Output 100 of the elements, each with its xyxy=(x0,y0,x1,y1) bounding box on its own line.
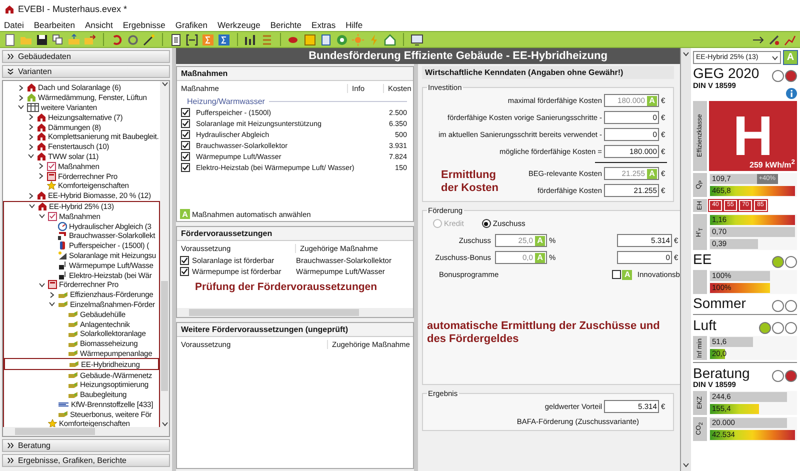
document-icon[interactable] xyxy=(170,34,182,46)
checkbox[interactable] xyxy=(180,108,190,117)
menu-item[interactable]: Datei xyxy=(4,20,24,30)
checkbox[interactable] xyxy=(612,270,622,279)
chevron-icon[interactable] xyxy=(38,163,44,170)
copy-icon[interactable] xyxy=(52,34,64,46)
chevron-icon[interactable] xyxy=(28,134,34,140)
menu-item[interactable]: Werkzeuge xyxy=(218,20,260,30)
chevron-icon[interactable] xyxy=(683,51,689,57)
chevron-icon[interactable] xyxy=(772,54,778,60)
wand-icon[interactable] xyxy=(143,34,155,46)
checkbox[interactable] xyxy=(180,141,190,150)
house-icon xyxy=(37,122,46,132)
chart-icon[interactable] xyxy=(245,34,257,46)
scrollbar[interactable] xyxy=(681,48,691,471)
panel-header[interactable]: Ergebnisse, Grafiken, Berichte xyxy=(2,454,170,467)
hand-icon xyxy=(69,360,79,368)
panel-header[interactable]: Beratung xyxy=(2,439,170,452)
menu-item[interactable]: Ergebnisse xyxy=(122,20,166,30)
hand-icon xyxy=(68,371,78,379)
chevron-icon[interactable] xyxy=(28,144,34,150)
chevron-icon[interactable] xyxy=(39,282,45,288)
chevron-icon[interactable] xyxy=(29,203,35,210)
tools-icon[interactable] xyxy=(768,34,780,46)
chevron-icon[interactable] xyxy=(162,81,168,87)
bracket-icon[interactable] xyxy=(186,34,198,46)
house-icon xyxy=(27,93,36,102)
menu-item[interactable]: Hilfe xyxy=(346,20,363,30)
menu-item[interactable]: Extras xyxy=(312,20,336,30)
hand-icon xyxy=(68,390,78,399)
chart-icon[interactable] xyxy=(784,34,796,46)
solar-panel-icon xyxy=(58,250,67,260)
double-chevron-icon[interactable] xyxy=(7,442,14,449)
checkbox[interactable] xyxy=(180,119,190,128)
double-chevron-icon[interactable] xyxy=(7,457,14,464)
menu-item[interactable]: Berichte xyxy=(270,20,302,30)
table-icon xyxy=(27,102,39,112)
checkbox[interactable] xyxy=(180,152,190,161)
house-icon[interactable] xyxy=(384,34,396,46)
house-icon xyxy=(27,83,36,92)
menu-item[interactable]: Grafiken xyxy=(175,20,208,30)
energy-value: 259 kWh/m$^{2}$ xyxy=(750,159,795,170)
checklist-icon xyxy=(47,162,56,171)
house-icon xyxy=(38,202,47,211)
chevron-icon[interactable] xyxy=(18,84,24,91)
panel-header[interactable]: Varianten xyxy=(2,65,170,78)
hand-icon xyxy=(58,290,68,299)
logo-icon xyxy=(58,402,69,407)
house-icon xyxy=(37,112,46,122)
folder-icon[interactable] xyxy=(84,34,96,46)
undo-icon[interactable] xyxy=(111,34,123,46)
scrollbar[interactable] xyxy=(177,308,413,317)
hand-icon xyxy=(68,349,78,358)
double-chevron-icon[interactable] xyxy=(7,53,14,60)
scrollbar[interactable] xyxy=(3,427,169,436)
chevron-icon[interactable] xyxy=(683,462,689,468)
hand-icon xyxy=(68,310,78,318)
chevron-icon[interactable] xyxy=(28,124,34,130)
faucet-icon xyxy=(58,231,67,240)
section-title: Fördervoraussetzungen xyxy=(177,227,413,241)
recycle-icon[interactable] xyxy=(336,34,348,46)
page-title: Bundesförderung Effiziente Gebäude - EE-Hybridheizung xyxy=(176,48,680,64)
house-icon xyxy=(37,132,46,142)
folder-icon[interactable] xyxy=(68,34,80,46)
calculator-icon xyxy=(47,172,56,181)
section-title: Weitere Fördervoraussetzungen (ungeprüft) xyxy=(177,323,413,337)
page-icon[interactable] xyxy=(4,34,16,46)
page-icon[interactable] xyxy=(320,34,332,46)
sum-icon[interactable] xyxy=(218,34,230,46)
arrows-icon[interactable] xyxy=(752,34,764,46)
chevron-icon[interactable] xyxy=(28,153,34,160)
chevron-icon[interactable] xyxy=(18,104,24,110)
chevron-icon[interactable] xyxy=(38,173,44,180)
hand-icon xyxy=(58,410,68,418)
scrollbar[interactable] xyxy=(160,81,169,427)
menu-item[interactable]: Ansicht xyxy=(84,20,113,30)
chevron-icon[interactable] xyxy=(28,114,34,120)
chevron-icon[interactable] xyxy=(18,94,24,101)
checkbox[interactable] xyxy=(180,267,189,276)
checkbox[interactable] xyxy=(180,130,190,139)
section-title: Maßnahmen xyxy=(177,67,413,81)
double-chevron-icon[interactable] xyxy=(7,68,14,75)
menu-item[interactable]: Bearbeiten xyxy=(34,20,75,30)
rating-title: Luft xyxy=(693,318,716,332)
pump-icon xyxy=(58,270,67,280)
chevron-icon[interactable] xyxy=(162,421,168,427)
panel-header[interactable]: Gebäudedaten xyxy=(2,50,170,63)
monitor-icon[interactable] xyxy=(411,34,423,46)
annotation: Ermittlung der Kosten xyxy=(440,169,500,195)
rating-title: GEG 2020 xyxy=(693,66,760,81)
checkbox[interactable] xyxy=(180,256,189,265)
rating-title: EE xyxy=(693,252,712,266)
chevron-icon[interactable] xyxy=(49,301,55,308)
chevron-icon[interactable] xyxy=(28,192,34,199)
chevron-icon[interactable] xyxy=(39,213,45,220)
tank-icon xyxy=(58,241,67,250)
house-icon xyxy=(37,191,46,200)
chevron-icon[interactable] xyxy=(49,292,55,298)
save-icon[interactable] xyxy=(36,34,48,46)
checkbox[interactable] xyxy=(180,163,190,172)
